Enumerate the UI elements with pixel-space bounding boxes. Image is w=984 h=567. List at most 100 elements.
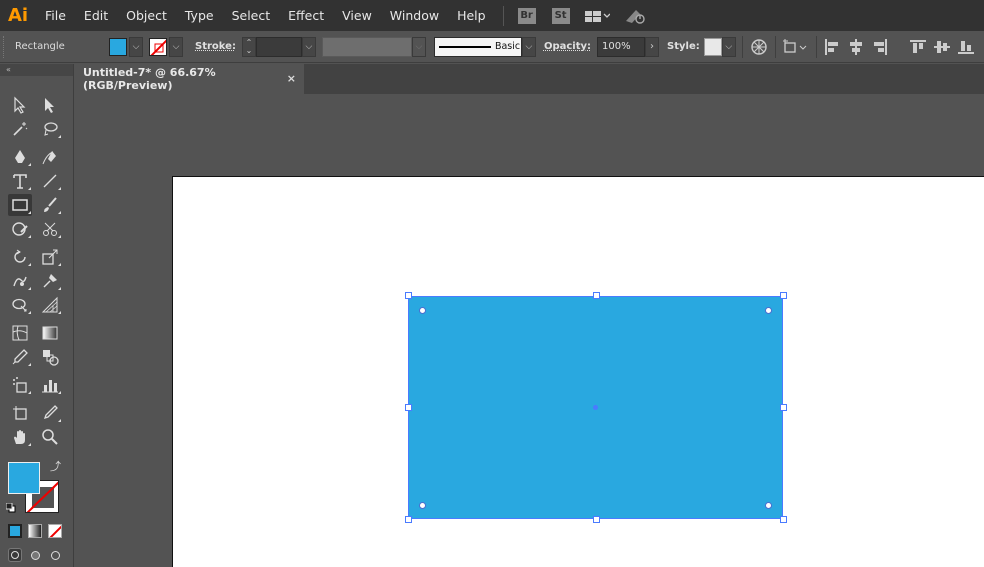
menu-bar: Ai File Edit Object Type Select Effect V… [0, 0, 984, 31]
bounding-box-handle-top-center[interactable] [593, 292, 600, 299]
magic-wand-tool[interactable] [8, 118, 32, 140]
stroke-swatch[interactable] [149, 37, 167, 56]
curvature-tool[interactable] [38, 146, 62, 168]
bounding-box-handle-bottom-right[interactable] [780, 516, 787, 523]
draw-inside-button[interactable] [48, 548, 62, 562]
vertical-align-center-icon[interactable] [933, 38, 951, 56]
color-mode-button[interactable] [8, 524, 22, 538]
opacity-label[interactable]: Opacity: [544, 41, 591, 52]
stroke-weight-stepper[interactable]: ⌃ ⌄ [241, 36, 256, 57]
none-mode-button[interactable] [48, 524, 62, 538]
column-graph-tool[interactable] [38, 374, 62, 396]
selection-tool[interactable] [8, 94, 32, 116]
brush-definition-field[interactable]: Basic [433, 36, 522, 57]
zoom-tool[interactable] [38, 426, 62, 448]
paintbrush-tool[interactable] [38, 194, 62, 216]
direct-selection-tool[interactable] [38, 94, 62, 116]
bounding-box-handle-top-right[interactable] [780, 292, 787, 299]
stroke-weight-dropdown-chevron-icon[interactable]: ⌵ [301, 36, 316, 57]
horizontal-align-right-icon[interactable] [871, 38, 889, 56]
hand-tool[interactable] [8, 426, 32, 448]
draw-mode-buttons [8, 548, 62, 562]
graphic-style-swatch[interactable] [703, 37, 722, 56]
menu-select[interactable]: Select [223, 0, 280, 31]
line-segment-tool[interactable] [38, 170, 62, 192]
gradient-tool[interactable] [38, 322, 62, 344]
rectangle-tool[interactable] [8, 194, 32, 216]
panel-grip[interactable] [3, 35, 9, 58]
workspace-switcher-icon[interactable] [584, 9, 610, 23]
bounding-box-handle-top-left[interactable] [405, 292, 412, 299]
bounding-box-handle-bottom-center[interactable] [593, 516, 600, 523]
horizontal-align-center-icon[interactable] [847, 38, 865, 56]
default-fill-stroke-icon[interactable] [5, 502, 16, 513]
current-tool-name: Rectangle [15, 41, 65, 52]
vertical-align-bottom-icon[interactable] [957, 38, 975, 56]
vertical-align-top-icon[interactable] [909, 38, 927, 56]
bounding-box-handle-middle-right[interactable] [780, 404, 787, 411]
stroke-dropdown-chevron-icon[interactable]: ⌵ [169, 36, 183, 57]
draw-normal-button[interactable] [8, 548, 22, 562]
control-bar: Rectangle ⌵ ⌵ Stroke: ⌃ ⌄ ⌵ ⌵ Basic ⌵ Opa… [0, 31, 984, 63]
mesh-tool[interactable] [8, 322, 32, 344]
align-to-icon[interactable] [782, 38, 810, 56]
opacity-expand-chevron-icon[interactable]: › [645, 36, 660, 57]
symbol-sprayer-tool[interactable] [8, 374, 32, 396]
blend-tool[interactable] [38, 346, 62, 368]
bounding-box-handle-bottom-left[interactable] [405, 516, 412, 523]
bounding-box-handle-middle-left[interactable] [405, 404, 412, 411]
draw-behind-button[interactable] [28, 548, 42, 562]
live-corner-widget-top-left[interactable] [419, 307, 426, 314]
scale-tool[interactable] [38, 246, 62, 268]
puppet-warp-tool[interactable] [38, 270, 62, 292]
swap-fill-stroke-icon[interactable]: ⤴ [50, 458, 61, 474]
live-corner-widget-bottom-left[interactable] [419, 502, 426, 509]
fill-color-swatch[interactable] [8, 462, 40, 494]
menu-edit[interactable]: Edit [75, 0, 117, 31]
menu-view[interactable]: View [333, 0, 381, 31]
center-point[interactable] [593, 405, 598, 410]
slice-tool[interactable] [38, 402, 62, 424]
stock-button[interactable]: St [551, 7, 570, 24]
stroke-weight-field[interactable] [255, 36, 302, 57]
shape-builder-tool[interactable] [8, 294, 32, 316]
brush-name: Basic [494, 41, 521, 52]
lasso-tool[interactable] [38, 118, 62, 140]
fill-dropdown-chevron-icon[interactable]: ⌵ [129, 36, 143, 57]
fill-swatch[interactable] [109, 37, 127, 56]
close-tab-icon[interactable]: × [287, 72, 296, 85]
menu-help[interactable]: Help [448, 0, 495, 31]
live-corner-widget-top-right[interactable] [765, 307, 772, 314]
tools-panel: « ⤴ [0, 64, 74, 567]
rotate-tool[interactable] [8, 246, 32, 268]
tools-panel-collapse-button[interactable]: « [0, 64, 73, 76]
style-dropdown-chevron-icon[interactable]: ⌵ [721, 36, 736, 57]
recolor-artwork-icon[interactable] [749, 38, 769, 56]
warp-tool[interactable] [8, 270, 32, 292]
menu-window[interactable]: Window [381, 0, 448, 31]
document-tab[interactable]: Untitled-7* @ 66.67% (RGB/Preview) × [74, 64, 304, 94]
menu-type[interactable]: Type [176, 0, 223, 31]
menu-object[interactable]: Object [117, 0, 176, 31]
variable-width-profile[interactable] [321, 36, 412, 57]
horizontal-align-left-icon[interactable] [823, 38, 841, 56]
stroke-label[interactable]: Stroke: [195, 41, 236, 52]
scissors-tool[interactable] [38, 218, 62, 240]
live-corner-widget-bottom-right[interactable] [765, 502, 772, 509]
brush-dropdown-chevron-icon[interactable]: ⌵ [521, 36, 536, 57]
style-label: Style: [667, 41, 700, 52]
gradient-mode-button[interactable] [28, 524, 42, 538]
opacity-field[interactable]: 100% [597, 36, 646, 57]
profile-dropdown-chevron-icon[interactable]: ⌵ [411, 36, 426, 57]
gpu-performance-icon[interactable] [624, 7, 646, 25]
menu-effect[interactable]: Effect [279, 0, 333, 31]
bridge-button[interactable]: Br [517, 7, 536, 24]
menu-divider [502, 5, 504, 26]
eyedropper-tool[interactable] [8, 346, 32, 368]
shaper-tool[interactable] [8, 218, 32, 240]
pen-tool[interactable] [8, 146, 32, 168]
perspective-grid-tool[interactable] [38, 294, 62, 316]
type-tool[interactable] [8, 170, 32, 192]
artboard-tool[interactable] [8, 402, 32, 424]
menu-file[interactable]: File [36, 0, 75, 31]
